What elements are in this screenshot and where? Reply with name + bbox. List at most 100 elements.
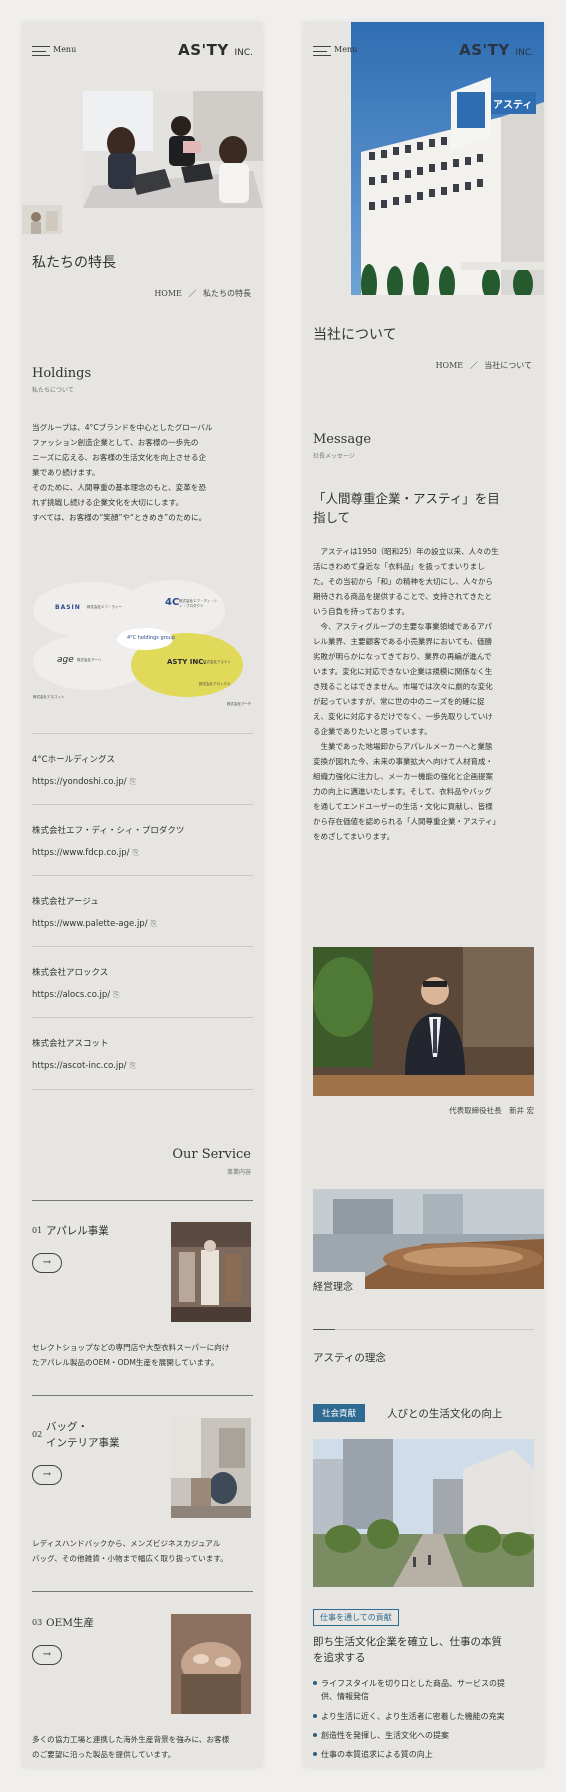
- external-link-icon: ⎘: [129, 777, 137, 786]
- divider: [32, 875, 253, 876]
- external-link-icon: ⎘: [150, 919, 157, 928]
- president-caption: 代表取締役社長 新井 宏: [449, 1106, 534, 1115]
- list-item: 仕事の本質追求による質の向上: [313, 1748, 536, 1761]
- breadcrumb-home[interactable]: HOME: [436, 361, 464, 370]
- arrow-right-icon: →: [42, 1469, 52, 1480]
- philosophy-heading: 即ち生活文化企業を確立し、仕事の本質 を追求する: [313, 1636, 502, 1664]
- category-tag: 社会貢献: [313, 1404, 366, 1422]
- diagram-label: age: [57, 655, 74, 665]
- divider: [32, 733, 253, 734]
- holdings-title: Holdings: [32, 366, 92, 381]
- breadcrumb: HOME ／ 私たちの特長: [154, 289, 251, 298]
- menu-label[interactable]: Menu: [334, 45, 357, 54]
- office-photo: [83, 91, 263, 208]
- hamburger-menu-icon[interactable]: [32, 46, 50, 56]
- external-link-icon: ⎘: [132, 848, 139, 857]
- hamburger-menu-icon[interactable]: [313, 46, 331, 56]
- company-link[interactable]: https://alocs.co.jp/⎘: [32, 990, 120, 1000]
- service-item-title: アパレル事業: [46, 1225, 109, 1237]
- company-name: 株式会社アージュ: [32, 897, 99, 907]
- diagram-node-arch: 株式会社アーチ: [227, 702, 252, 706]
- service-number: 03: [32, 1618, 43, 1627]
- service-item-title: バッグ・ インテリア事業: [46, 1421, 120, 1449]
- service-number: 01: [32, 1226, 43, 1235]
- divider: [32, 1395, 253, 1396]
- diagram-node-basin: BASIN: [55, 604, 81, 611]
- list-item: 創造性を発揮し、生活文化への提案: [313, 1729, 536, 1742]
- diagram-label: ASTY INC.: [167, 658, 206, 666]
- divider: [32, 804, 253, 805]
- divider: [313, 1329, 335, 1330]
- arrow-right-icon: →: [42, 1649, 52, 1660]
- company-link[interactable]: https://ascot-inc.co.jp/⎘: [32, 1061, 136, 1071]
- arrow-right-icon: →: [42, 1257, 52, 1268]
- company-link[interactable]: https://www.fdcp.co.jp/⎘: [32, 848, 139, 858]
- company-name: 4°Cホールディングス: [32, 755, 115, 765]
- apparel-photo: [171, 1222, 251, 1322]
- left-screen: Menu AS'TY INC. 私たちの特長 HOME ／ 私たちの特長 Hol…: [22, 22, 263, 1768]
- holdings-text: 当グループは、4°Cブランドを中心としたグローバル ファッション創造企業として、…: [32, 423, 213, 522]
- breadcrumb-home[interactable]: HOME: [154, 289, 182, 298]
- menu-label[interactable]: Menu: [53, 45, 76, 54]
- company-name: 株式会社アスコット: [32, 1039, 109, 1049]
- diagram-center: 4°C holdings group: [127, 635, 176, 641]
- photo-thumbnail[interactable]: [22, 205, 62, 234]
- message-subtitle: 社長メッセージ: [313, 453, 355, 460]
- message-headline: 「人間尊重企業・アスティ」を目 指して: [313, 491, 500, 525]
- building-sign: アスティ: [493, 100, 533, 111]
- header: Menu AS'TY INC.: [303, 22, 544, 76]
- company-name: 株式会社エフ・ディ・シィ・プロダクツ: [32, 826, 185, 836]
- divider: [32, 1089, 253, 1090]
- company-name: 株式会社アロックス: [32, 968, 109, 978]
- service-subtitle: 事業内容: [226, 1169, 251, 1176]
- holdings-subtitle: 私たちについて: [32, 387, 74, 394]
- diagram-label: 株式会社アロックス: [199, 682, 231, 686]
- service-more-button[interactable]: →: [32, 1465, 62, 1485]
- divider: [335, 1329, 534, 1330]
- breadcrumb-current: 当社について: [484, 361, 532, 370]
- philosophy-label: 経営理念: [313, 1272, 365, 1299]
- president-photo: [313, 947, 534, 1096]
- category-title: 人びとの生活文化の向上: [387, 1408, 503, 1420]
- diagram-label: 4C: [165, 597, 180, 608]
- breadcrumb: HOME ／ 当社について: [435, 361, 532, 370]
- divider: [32, 1017, 253, 1018]
- right-screen: アスティ Menu AS'TY INC. 当社について HOME ／ 当社につい…: [303, 22, 544, 1768]
- philosophy-title: アスティの理念: [313, 1352, 386, 1364]
- diagram-label: 株式会社エフ・ディー: [87, 605, 122, 609]
- service-more-button[interactable]: →: [32, 1645, 62, 1665]
- service-item-desc: セレクトショップなどの専門店や大型衣料スーパーに向け たアパレル製品のOEM・O…: [32, 1343, 230, 1367]
- bag-interior-photo: [171, 1418, 251, 1518]
- service-item-desc: 多くの協力工場と連携した海外生産背景を強みに、お客様 のご要望に沿った製品を提供…: [32, 1735, 230, 1759]
- community-photo: [313, 1439, 534, 1587]
- diagram-label: 株式会社アスコット: [33, 695, 65, 699]
- service-item-title: OEM生産: [46, 1617, 95, 1629]
- oem-photo: [171, 1614, 251, 1714]
- message-title: Message: [313, 432, 372, 447]
- list-item: より生活に近く、より生活者に密着した機能の充実: [313, 1710, 536, 1723]
- logo[interactable]: AS'TY INC.: [459, 41, 534, 59]
- page-title: 私たちの特長: [32, 255, 116, 271]
- service-title: Our Service: [172, 1147, 251, 1162]
- company-link[interactable]: https://yondoshi.co.jp/⎘: [32, 777, 136, 787]
- list-item: ライフスタイルを切り口とした商品、サービスの提 供、情報発信: [313, 1677, 536, 1703]
- diagram-label: 株式会社アーリ: [77, 658, 102, 662]
- divider: [32, 1200, 253, 1201]
- header: Menu AS'TY INC.: [22, 22, 263, 76]
- external-link-icon: ⎘: [113, 990, 120, 999]
- service-number: 02: [32, 1430, 43, 1439]
- group-diagram: 4°C holdings group BASIN 株式会社エフ・ディー 4C 株…: [27, 567, 263, 717]
- divider: [32, 1591, 253, 1592]
- page-title: 当社について: [313, 327, 397, 343]
- external-link-icon: ⎘: [129, 1061, 136, 1070]
- outline-tag: 仕事を通しての貢献: [313, 1609, 399, 1626]
- company-link[interactable]: https://www.palette-age.jp/⎘: [32, 919, 157, 929]
- breadcrumb-current: 私たちの特長: [203, 289, 251, 298]
- divider: [32, 946, 253, 947]
- service-more-button[interactable]: →: [32, 1253, 62, 1273]
- diagram-node-asty: 株式会社アスティ: [203, 660, 231, 664]
- logo[interactable]: AS'TY INC.: [178, 41, 253, 59]
- diagram-label: 株式会社エフ・ディ・シィ・プロダクツ: [179, 599, 218, 608]
- service-item-desc: レディスハンドバックから、メンズビジネスカジュアル バッグ、その他雑貨・小物まで…: [32, 1539, 228, 1563]
- message-body: アスティは1950（昭和25）年の設立以来、人々の生 活にきわめて身近な「衣料品」…: [313, 547, 501, 841]
